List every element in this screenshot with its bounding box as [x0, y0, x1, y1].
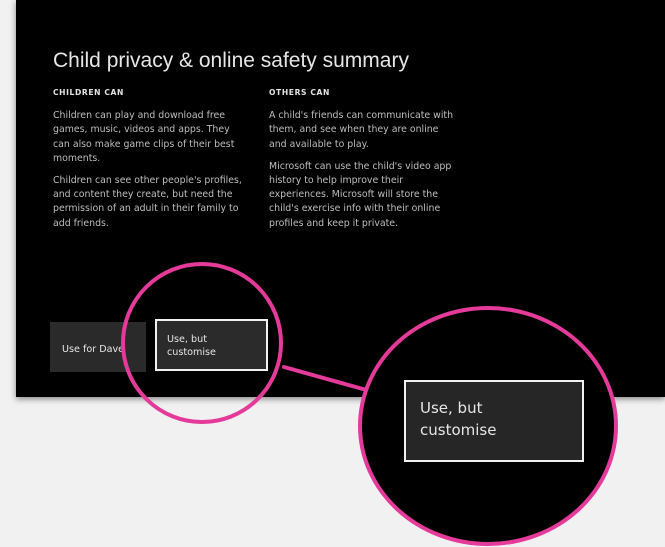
zoom-callout: Use, but customise — [358, 306, 618, 546]
zoomed-use-but-customise-label: Use, but customise — [420, 399, 497, 439]
zoomed-use-but-customise-button: Use, but customise — [404, 380, 584, 462]
